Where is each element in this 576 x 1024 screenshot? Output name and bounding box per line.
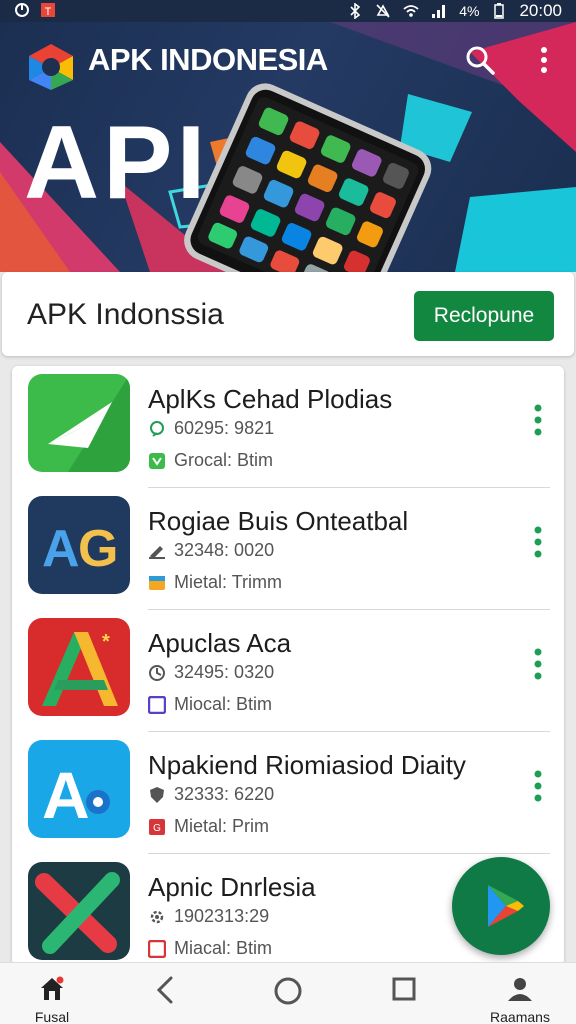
more-options-icon[interactable] xyxy=(528,646,548,682)
category-icon xyxy=(148,939,166,958)
play-fab-button[interactable] xyxy=(452,857,550,955)
app-category: Mietal: Prim xyxy=(174,816,270,836)
app-stat: 32348: 0020 xyxy=(174,540,275,560)
nav-home-circle[interactable] xyxy=(256,969,320,1023)
app-icon-paper-plane xyxy=(28,374,130,472)
settings-stat-icon xyxy=(150,910,164,923)
nav-home-label: Fusal xyxy=(34,1009,70,1024)
app-category: Miacal: Btim xyxy=(174,938,273,958)
more-options-icon[interactable] xyxy=(528,524,548,560)
category-icon xyxy=(149,452,165,469)
section-header-card: APK Indonssia Reclopune xyxy=(2,272,574,356)
svg-text:G: G xyxy=(78,520,118,578)
svg-text:A: A xyxy=(42,520,80,578)
list-item[interactable]: AplKs Cehad Plodias 60295: 9821 Grocal: … xyxy=(12,366,564,488)
download-stat-icon xyxy=(150,420,164,437)
silent-mode-icon xyxy=(376,4,390,18)
app-stat: 60295: 9821 xyxy=(174,418,275,438)
shield-stat-icon xyxy=(150,786,164,803)
app-icon-x xyxy=(28,862,130,960)
nav-recents[interactable] xyxy=(372,969,436,1023)
category-icon xyxy=(148,695,166,714)
app-stat: 32495: 0320 xyxy=(174,662,275,682)
svg-text:T: T xyxy=(45,6,52,18)
clock: 20:00 xyxy=(519,1,562,20)
update-stat-icon xyxy=(149,664,165,681)
play-store-icon xyxy=(488,885,524,927)
app-stat: 32333: 6220 xyxy=(174,784,275,804)
svg-text:*: * xyxy=(102,631,110,653)
app-name: AplKs Cehad Plodias xyxy=(148,384,393,414)
svg-text:A: A xyxy=(42,758,90,832)
svg-text:G: G xyxy=(153,823,161,834)
list-item[interactable]: * Apuclas Aca 32495: 0320 Miocal: Btim xyxy=(12,610,564,732)
hero-banner: APK INDONESIA API xyxy=(0,22,576,272)
bottom-navigation: Fusal Raamans xyxy=(0,962,576,1024)
app-category: Grocal: Btim xyxy=(174,450,274,470)
nav-profile-label: Raamans xyxy=(490,1009,550,1024)
app-name: Npakiend Riomiasiod Diaity xyxy=(148,750,466,780)
category-icon: G xyxy=(149,818,165,835)
home-circle-icon xyxy=(274,977,302,1005)
category-icon xyxy=(149,575,165,590)
more-options-icon[interactable] xyxy=(528,402,548,438)
app-category: Miocal: Btim xyxy=(174,694,273,714)
app-notification-icon xyxy=(15,3,29,17)
primary-action-button[interactable]: Reclopune xyxy=(414,291,554,341)
nav-profile[interactable]: Raamans xyxy=(488,969,552,1024)
back-icon xyxy=(156,976,173,1004)
phone-illustration xyxy=(184,83,432,272)
list-item[interactable]: A Npakiend Riomiasiod Diaity 32333: 6220… xyxy=(12,732,564,854)
nav-back[interactable] xyxy=(134,969,198,1023)
nav-home[interactable]: Fusal xyxy=(20,969,84,1024)
profile-icon xyxy=(508,978,532,1001)
app-name: Apuclas Aca xyxy=(148,628,292,658)
recents-icon xyxy=(392,977,416,1001)
home-icon xyxy=(41,976,64,1000)
section-title: APK Indonssia xyxy=(27,298,224,331)
status-bar: T 4% 20:00 xyxy=(0,0,576,22)
wifi-icon xyxy=(403,5,419,17)
battery-level: 4% xyxy=(459,3,480,19)
signal-icon xyxy=(432,5,446,18)
battery-icon xyxy=(494,3,505,19)
edit-stat-icon xyxy=(149,545,165,559)
app-category: Mietal: Trimm xyxy=(174,572,282,592)
app-icon-triangle-a: * xyxy=(28,618,130,716)
list-item[interactable]: A G Rogiae Buis Onteatbal 32348: 0020 Mi… xyxy=(12,488,564,610)
app-icon-ag: A G xyxy=(28,496,130,594)
app-notification-icon-2: T xyxy=(41,3,55,18)
app-stat: 1902313:29 xyxy=(174,906,270,926)
more-options-icon[interactable] xyxy=(528,768,548,804)
app-name: Apnic Dnrlesia xyxy=(148,872,316,902)
bluetooth-icon xyxy=(350,3,361,19)
app-name: Rogiae Buis Onteatbal xyxy=(148,506,409,536)
app-icon-a-gear: A xyxy=(28,740,130,838)
